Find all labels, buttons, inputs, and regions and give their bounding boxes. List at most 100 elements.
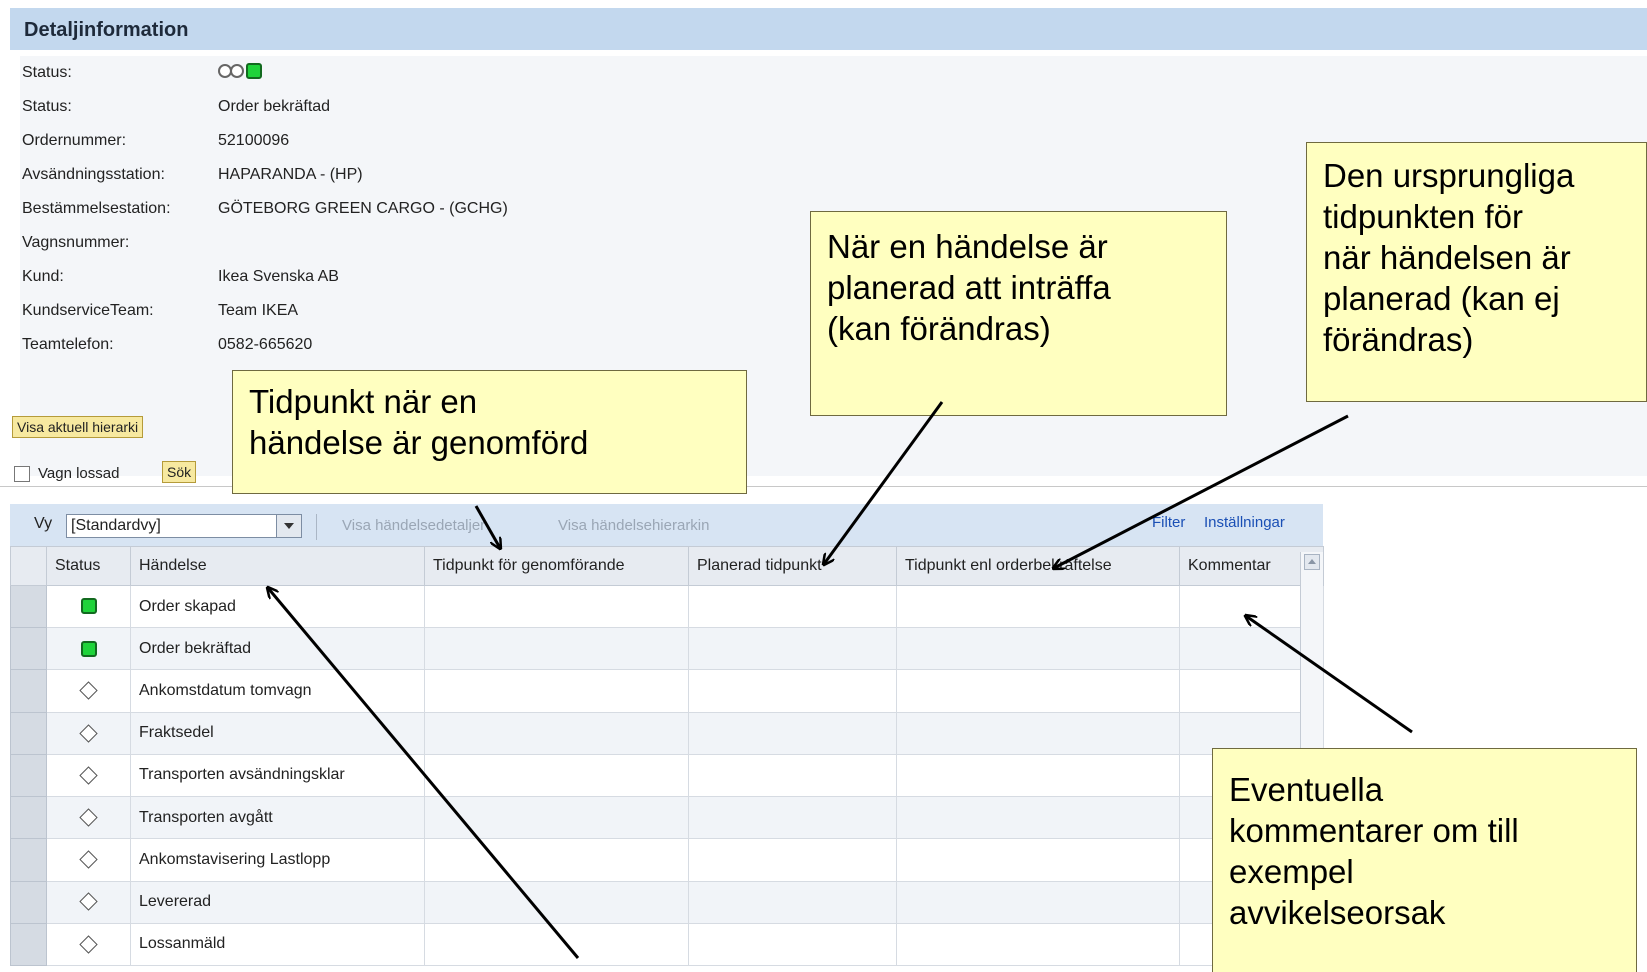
destination-station-value: GÖTEBORG GREEN CARGO - (GCHG) — [218, 200, 508, 217]
departure-station-label: Avsändningsstation: — [22, 166, 165, 183]
show-event-hierarchy-button[interactable]: Visa händelsehierarkin — [558, 517, 710, 534]
executed-time-cell — [424, 627, 689, 671]
departure-station-value: HAPARANDA - (HP) — [218, 166, 363, 183]
callout-comments: Eventuella kommentarer om till exempel a… — [1212, 748, 1637, 972]
row-selector-header[interactable] — [10, 546, 47, 586]
status-cell — [46, 711, 131, 755]
row-selector[interactable] — [10, 796, 47, 840]
status-value: Order bekräftad — [218, 98, 331, 115]
table-row[interactable]: Levererad — [10, 880, 1324, 924]
show-hierarchy-button[interactable]: Visa aktuell hierarki — [12, 416, 144, 438]
event-cell: Fraktsedel — [130, 711, 425, 755]
planned-time-cell — [688, 838, 897, 882]
table-row[interactable]: Order bekräftad — [10, 627, 1324, 671]
original-time-cell — [896, 711, 1180, 755]
planned-time-cell — [688, 584, 897, 629]
customer-label: Kund: — [22, 268, 64, 285]
event-cell: Lossanmäld — [130, 922, 425, 967]
service-team-value: Team IKEA — [218, 302, 299, 319]
row-selector[interactable] — [10, 711, 47, 755]
callout-line: tidpunkten för — [1323, 198, 1523, 235]
original-time-cell — [896, 753, 1180, 798]
status-indicator — [218, 62, 278, 80]
callout-executed-time: Tidpunkt när en händelse är genomförd — [232, 370, 747, 494]
panel-title: Detaljinformation — [24, 19, 189, 41]
scroll-up-icon[interactable] — [1304, 554, 1320, 570]
executed-time-cell — [424, 584, 689, 629]
wagon-unloaded-checkbox[interactable] — [14, 466, 30, 482]
executed-time-cell — [424, 711, 689, 755]
events-table: Status Händelse Tidpunkt för genomförand… — [10, 546, 1324, 967]
original-time-cell — [896, 796, 1180, 840]
callout-line: förändras) — [1323, 321, 1474, 358]
planned-time-cell — [688, 711, 897, 755]
executed-time-cell — [424, 669, 689, 713]
executed-time-cell — [424, 880, 689, 924]
row-selector[interactable] — [10, 627, 47, 671]
planned-time-cell — [688, 796, 897, 840]
settings-link[interactable]: Inställningar — [1204, 514, 1285, 531]
row-selector[interactable] — [10, 880, 47, 924]
team-phone-value: 0582-665620 — [218, 336, 313, 353]
event-cell: Transporten avsändningsklar — [130, 753, 425, 798]
table-row[interactable]: Lossanmäld — [10, 922, 1324, 967]
show-event-details-button[interactable]: Visa händelsedetaljer — [342, 517, 485, 534]
filter-link[interactable]: Filter — [1152, 514, 1185, 531]
original-time-cell — [896, 584, 1180, 629]
team-phone-label: Teamtelefon: — [22, 336, 114, 353]
callout-line: kommentarer om till — [1229, 812, 1519, 849]
planned-time-cell — [688, 922, 897, 967]
status-cell — [46, 880, 131, 924]
row-selector[interactable] — [10, 838, 47, 882]
event-cell: Transporten avgått — [130, 796, 425, 840]
event-cell: Order skapad — [130, 584, 425, 629]
callout-line: händelse är genomförd — [249, 424, 589, 461]
status-cell — [46, 796, 131, 840]
callout-line: Tidpunkt när en — [249, 383, 478, 420]
status-label: Status: — [22, 98, 72, 115]
executed-time-cell — [424, 796, 689, 840]
search-button[interactable]: Sök — [162, 461, 197, 483]
row-selector[interactable] — [10, 669, 47, 713]
callout-line: exempel — [1229, 853, 1354, 890]
event-cell: Order bekräftad — [130, 627, 425, 671]
original-time-cell — [896, 669, 1180, 713]
table-row[interactable]: Ankomstdatum tomvagn — [10, 669, 1324, 713]
callout-line: Den ursprungliga — [1323, 157, 1575, 194]
wagon-number-label: Vagnsnummer: — [22, 234, 130, 251]
event-cell: Levererad — [130, 880, 425, 924]
view-select[interactable]: [Standardvy] — [66, 514, 302, 538]
planned-time-cell — [688, 880, 897, 924]
row-selector[interactable] — [10, 753, 47, 798]
chevron-down-icon[interactable] — [276, 515, 301, 537]
callout-line: När en händelse är — [827, 228, 1108, 265]
table-row[interactable]: Ankomstavisering Lastlopp — [10, 838, 1324, 882]
diamond-icon — [79, 723, 98, 743]
callout-line: planerad att inträffa — [827, 269, 1111, 306]
column-header-executed-time[interactable]: Tidpunkt för genomförande — [424, 546, 689, 586]
column-header-original-time[interactable]: Tidpunkt enl orderbekräftelse — [896, 546, 1180, 586]
status-cell — [46, 838, 131, 882]
table-header-row: Status Händelse Tidpunkt för genomförand… — [10, 546, 1324, 586]
table-row[interactable]: Order skapad — [10, 584, 1324, 629]
view-label: Vy — [34, 515, 53, 532]
callout-line: Eventuella — [1229, 771, 1384, 808]
executed-time-cell — [424, 838, 689, 882]
column-header-status[interactable]: Status — [46, 546, 131, 586]
callout-line: när händelsen är — [1323, 239, 1571, 276]
diamond-icon — [79, 681, 98, 701]
row-selector[interactable] — [10, 584, 47, 629]
row-selector[interactable] — [10, 922, 47, 967]
status-cell — [46, 669, 131, 713]
callout-line: (kan förändras) — [827, 310, 1051, 347]
status-cell — [46, 922, 131, 967]
callout-planned-time: När en händelse är planerad att inträffa… — [810, 211, 1227, 416]
destination-station-label: Bestämmelsestation: — [22, 200, 171, 217]
status-cell — [46, 584, 131, 629]
table-row[interactable]: Transporten avsändningsklar — [10, 753, 1324, 798]
column-header-planned-time[interactable]: Planerad tidpunkt — [688, 546, 897, 586]
column-header-event[interactable]: Händelse — [130, 546, 425, 586]
ring-icon — [230, 64, 244, 78]
table-row[interactable]: Fraktsedel — [10, 711, 1324, 755]
table-row[interactable]: Transporten avgått — [10, 796, 1324, 840]
